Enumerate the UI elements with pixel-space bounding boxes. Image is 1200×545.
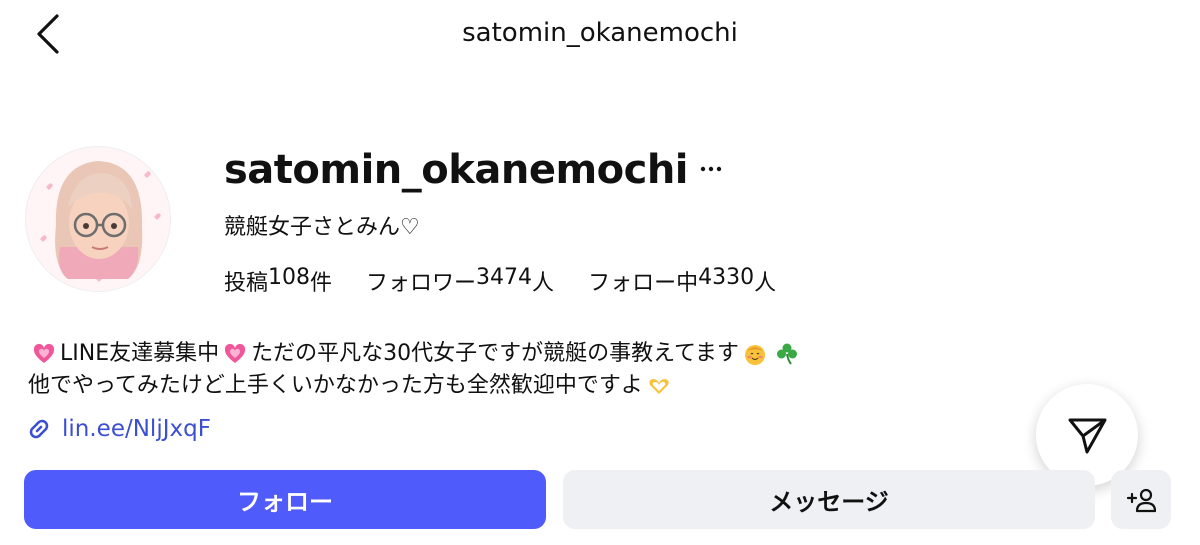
pink-heart-emoji [225, 343, 246, 363]
following-count[interactable]: フォロー中 4330 人 [588, 265, 776, 297]
profile-username: satomin_okanemochi [224, 147, 689, 193]
link-icon [29, 419, 49, 439]
more-options-button[interactable] [694, 152, 728, 186]
shamrock-emoji [776, 343, 797, 365]
profile-link-text[interactable]: lin.ee/NljJxqF [62, 416, 211, 442]
followers-number: 3474 [476, 265, 533, 290]
posts-unit: 件 [310, 271, 333, 296]
followers-label: フォロワー [366, 271, 477, 296]
following-number: 4330 [698, 265, 755, 290]
avatar[interactable] [25, 146, 171, 292]
top-bar: satomin_okanemochi [0, 0, 1200, 72]
bio-line-2: 他でやってみたけど上手くいかなかった方も全然歓迎中ですよ [28, 370, 803, 402]
page-title: satomin_okanemochi [462, 18, 738, 48]
followers-unit: 人 [532, 271, 555, 296]
avatar-image [26, 147, 170, 291]
pink-heart-emoji [33, 343, 55, 363]
more-horizontal-icon [700, 166, 722, 172]
paper-plane-icon [1068, 418, 1107, 454]
bio-line-1: LINE友達募集中 ただの平凡な30代女子ですが競艇の事教えてます [28, 338, 803, 370]
profile-stats: 投稿 108 件 フォロワー 3474 人 フォロー中 4330 人 [224, 265, 776, 297]
heart-hands-emoji [649, 379, 669, 394]
suggested-accounts-button[interactable] [1111, 470, 1171, 529]
bio-line-2-text: 他でやってみたけど上手くいかなかった方も全然歓迎中ですよ [28, 373, 643, 398]
profile-display-name: 競艇女子さとみん♡ [224, 215, 420, 240]
profile-link[interactable]: lin.ee/NljJxqF [24, 414, 211, 444]
follow-button[interactable]: フォロー [24, 470, 546, 529]
following-label: フォロー中 [588, 271, 699, 296]
smiling-face-emoji [744, 345, 765, 365]
posts-number: 108 [268, 265, 311, 290]
followers-count[interactable]: フォロワー 3474 人 [366, 265, 554, 297]
add-person-icon [1126, 488, 1156, 512]
following-unit: 人 [754, 271, 777, 296]
posts-count[interactable]: 投稿 108 件 [224, 265, 332, 297]
bio-line-1-part-1: LINE友達募集中 [60, 341, 220, 366]
message-button[interactable]: メッセージ [563, 470, 1095, 529]
bio-line-1-part-2: ただの平凡な30代女子ですが競艇の事教えてます [251, 341, 739, 366]
posts-label: 投稿 [224, 271, 269, 296]
profile-bio: LINE友達募集中 ただの平凡な30代女子ですが競艇の事教えてます 他でやってみ… [28, 338, 803, 402]
